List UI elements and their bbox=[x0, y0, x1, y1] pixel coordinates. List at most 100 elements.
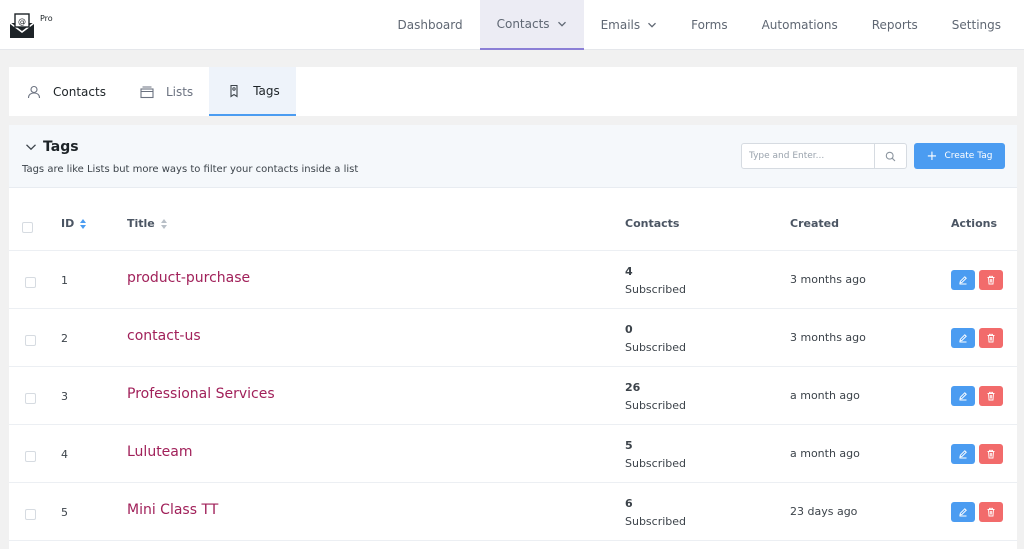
edit-button[interactable] bbox=[951, 386, 975, 406]
select-all-checkbox[interactable] bbox=[22, 222, 33, 233]
nav-dashboard[interactable]: Dashboard bbox=[381, 0, 480, 50]
search-button[interactable] bbox=[874, 144, 906, 168]
sort-icon bbox=[80, 218, 87, 229]
delete-button[interactable] bbox=[979, 270, 1003, 290]
column-contacts: Contacts bbox=[625, 217, 680, 230]
row-id: 2 bbox=[61, 332, 68, 345]
nav-automations[interactable]: Automations bbox=[745, 0, 855, 50]
nav-label: Settings bbox=[951, 18, 1001, 32]
panel-header: Tags Tags are like Lists but more ways t… bbox=[9, 125, 1017, 188]
table-header: ID Title Contacts Created Actions bbox=[9, 188, 1017, 251]
delete-button[interactable] bbox=[979, 444, 1003, 464]
folder-icon bbox=[140, 85, 154, 98]
edit-button[interactable] bbox=[951, 270, 975, 290]
row-id: 5 bbox=[61, 506, 68, 519]
chevron-down-icon bbox=[648, 22, 657, 28]
subtab-lists[interactable]: Lists bbox=[122, 67, 209, 116]
nav-settings[interactable]: Settings bbox=[935, 0, 1024, 50]
create-tag-button[interactable]: + Create Tag bbox=[914, 143, 1005, 169]
tag-title-link[interactable]: Professional Services bbox=[127, 386, 275, 402]
subtab-tags[interactable]: Tags bbox=[209, 67, 296, 116]
row-checkbox[interactable] bbox=[25, 509, 36, 520]
subtab-contacts[interactable]: Contacts bbox=[9, 67, 122, 116]
pencil-icon bbox=[959, 334, 967, 343]
top-navigation-bar: @ Pro Dashboard Contacts Emails Forms Au… bbox=[0, 0, 1024, 50]
create-tag-label: Create Tag bbox=[944, 151, 993, 161]
delete-button[interactable] bbox=[979, 502, 1003, 522]
row-checkbox[interactable] bbox=[25, 393, 36, 404]
created-date: a month ago bbox=[790, 447, 860, 460]
panel-title[interactable]: Tags bbox=[25, 139, 79, 155]
plus-icon: + bbox=[926, 148, 938, 164]
contact-status: Subscribed bbox=[625, 399, 687, 412]
edit-button[interactable] bbox=[951, 502, 975, 522]
contact-count: 4 bbox=[625, 265, 633, 278]
row-checkbox[interactable] bbox=[25, 277, 36, 288]
nav-label: Automations bbox=[761, 18, 838, 32]
pencil-icon bbox=[959, 392, 967, 401]
column-label: Title bbox=[127, 217, 155, 230]
nav-label: Dashboard bbox=[397, 18, 463, 32]
pencil-icon bbox=[959, 276, 967, 285]
edit-button[interactable] bbox=[951, 328, 975, 348]
row-checkbox[interactable] bbox=[25, 335, 36, 346]
contacts-subtabs: Contacts Lists Tags bbox=[9, 67, 1017, 116]
table-row: 1 product-purchase 4 Subscribed 3 months… bbox=[9, 251, 1017, 309]
nav-label: Reports bbox=[871, 18, 918, 32]
subtab-label: Contacts bbox=[53, 84, 106, 99]
contact-count: 5 bbox=[625, 439, 633, 452]
tag-icon bbox=[230, 84, 238, 98]
column-created: Created bbox=[790, 217, 839, 230]
sort-icon bbox=[160, 218, 167, 229]
tag-title-link[interactable]: product-purchase bbox=[127, 270, 250, 286]
search-input[interactable] bbox=[742, 144, 874, 168]
tag-title-link[interactable]: contact-us bbox=[127, 328, 201, 344]
trash-icon bbox=[987, 507, 995, 517]
column-title[interactable]: Title bbox=[127, 217, 168, 230]
delete-button[interactable] bbox=[979, 328, 1003, 348]
contact-count: 0 bbox=[625, 323, 633, 336]
contact-status: Subscribed bbox=[625, 515, 687, 528]
tag-title-link[interactable]: Mini Class TT bbox=[127, 502, 218, 518]
nav-emails[interactable]: Emails bbox=[584, 0, 675, 50]
table-row: 5 Mini Class TT 6 Subscribed 23 days ago bbox=[9, 483, 1017, 541]
trash-icon bbox=[987, 333, 995, 343]
created-date: 3 months ago bbox=[790, 331, 866, 344]
tag-search bbox=[741, 143, 907, 169]
chevron-down-icon bbox=[557, 21, 566, 27]
table-row: 2 contact-us 0 Subscribed 3 months ago bbox=[9, 309, 1017, 367]
search-icon bbox=[885, 151, 896, 161]
contact-count: 26 bbox=[625, 381, 641, 394]
trash-icon bbox=[987, 391, 995, 401]
nav-reports[interactable]: Reports bbox=[855, 0, 935, 50]
subtab-label: Tags bbox=[253, 83, 280, 98]
contact-count: 6 bbox=[625, 497, 633, 510]
nav-forms[interactable]: Forms bbox=[674, 0, 744, 50]
column-label: ID bbox=[61, 217, 75, 230]
nav-label: Contacts bbox=[496, 17, 550, 31]
created-date: 3 months ago bbox=[790, 273, 866, 286]
nav-label: Forms bbox=[691, 18, 728, 32]
column-id[interactable]: ID bbox=[61, 217, 87, 230]
nav-label: Emails bbox=[600, 18, 641, 32]
trash-icon bbox=[987, 275, 995, 285]
table-row: 3 Professional Services 26 Subscribed a … bbox=[9, 367, 1017, 425]
tag-title-link[interactable]: Luluteam bbox=[127, 444, 193, 460]
user-icon bbox=[27, 85, 41, 98]
row-checkbox[interactable] bbox=[25, 451, 36, 462]
tags-panel: Tags Tags are like Lists but more ways t… bbox=[9, 125, 1017, 549]
row-id: 1 bbox=[61, 274, 68, 287]
contact-status: Subscribed bbox=[625, 283, 687, 296]
created-date: a month ago bbox=[790, 389, 860, 402]
pencil-icon bbox=[959, 450, 967, 459]
svg-text:@: @ bbox=[18, 17, 26, 26]
row-id: 3 bbox=[61, 390, 68, 403]
contact-status: Subscribed bbox=[625, 341, 687, 354]
nav-contacts[interactable]: Contacts bbox=[479, 0, 584, 50]
column-actions: Actions bbox=[951, 217, 997, 230]
edit-button[interactable] bbox=[951, 444, 975, 464]
panel-title-text: Tags bbox=[43, 139, 79, 155]
app-logo-icon[interactable]: @ bbox=[9, 13, 35, 39]
delete-button[interactable] bbox=[979, 386, 1003, 406]
table-row: 4 Luluteam 5 Subscribed a month ago bbox=[9, 425, 1017, 483]
